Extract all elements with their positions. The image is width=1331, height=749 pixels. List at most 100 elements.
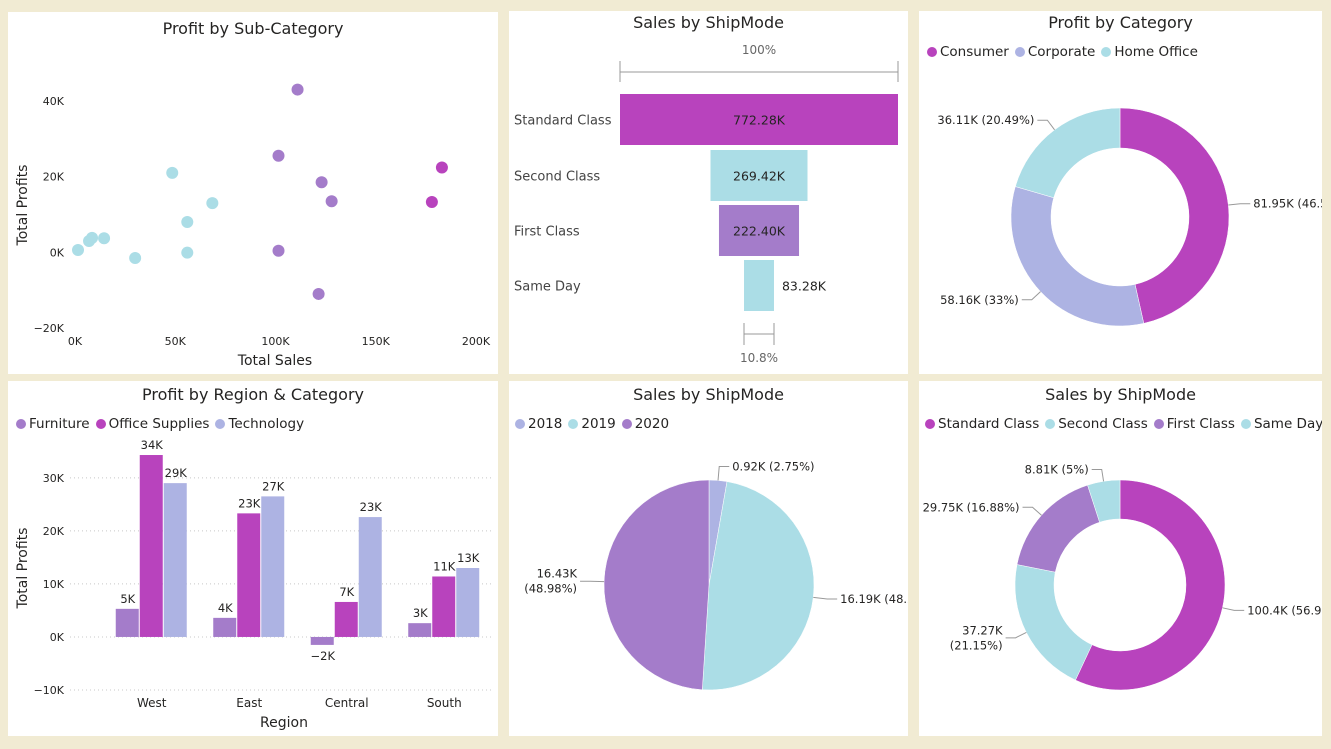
scatter-point <box>425 195 438 208</box>
scatter-point <box>435 161 448 174</box>
scatter-point <box>98 232 111 245</box>
bar <box>358 517 382 637</box>
leader-line <box>1228 203 1251 206</box>
pie-slice <box>1016 484 1100 573</box>
y-tick-label: 10K <box>43 578 65 591</box>
y-tick-label: 30K <box>43 472 65 485</box>
data-label: 27K <box>262 479 285 493</box>
data-label: 23K <box>360 500 383 514</box>
profit-by-category-panel[interactable]: Profit by Category Consumer Corporate Home… <box>919 11 1322 374</box>
x-axis-title: Total Sales <box>237 353 312 369</box>
sales-by-shipmode-pie-panel[interactable]: Sales by ShipMode 2018 2019 2020 0.92K (2.… <box>509 381 908 736</box>
bar <box>163 483 187 637</box>
donut-chart: 81.95K (46.5%) 58.16K (33%) 36.11K (20.49%… <box>937 107 1322 327</box>
category-label: First Class <box>514 225 580 240</box>
bar <box>432 576 456 637</box>
data-label: 34K <box>141 438 164 452</box>
leader-line <box>1021 291 1041 301</box>
bar <box>261 496 285 637</box>
y-tick-label: −20K <box>34 322 65 335</box>
sales-by-shipmode-donut-panel[interactable]: Sales by ShipMode Standard Class Second C… <box>919 381 1322 736</box>
x-tick-label: East <box>236 696 262 710</box>
x-tick-label: Central <box>325 696 369 710</box>
bar <box>115 608 139 637</box>
x-tick-label: South <box>427 696 462 710</box>
data-label: 13K <box>457 551 480 565</box>
data-label: 3K <box>413 606 428 620</box>
data-label: 222.40K <box>733 224 786 239</box>
profit-by-subcategory-panel[interactable]: Profit by Sub-Category −20K 0K 20K 40K 0K 50K… <box>8 12 498 374</box>
leader-line <box>813 596 838 600</box>
y-tick-label: 0K <box>50 631 65 644</box>
scatter-point <box>272 244 285 257</box>
data-label: 772.28K <box>733 113 786 128</box>
scatter-point <box>86 231 99 244</box>
data-label: 0.92K (2.75%) <box>732 459 814 473</box>
funnel-chart: 100% Standard Class 772.28K Second Class 269… <box>514 43 899 365</box>
data-label: 7K <box>339 585 354 599</box>
x-tick-label: 0K <box>68 335 83 348</box>
x-axis-title: Region <box>260 715 308 731</box>
leader-line <box>1037 119 1055 131</box>
scatter-point <box>181 216 194 229</box>
category-label: Same Day <box>514 280 581 295</box>
x-tick-label: 150K <box>362 335 391 348</box>
scatter-point <box>72 244 85 257</box>
x-tick-label: 100K <box>261 335 290 348</box>
scatter-point <box>312 287 325 300</box>
donut-chart: 100.4K (56.97%) 37.27K(21.15%) 29.75K (16.… <box>923 462 1322 691</box>
bar <box>334 601 358 637</box>
data-label: 5K <box>120 592 135 606</box>
leader-line <box>1005 631 1027 639</box>
bar <box>408 623 432 637</box>
data-label: 83.28K <box>782 279 827 294</box>
data-label: (48.98%) <box>524 582 577 596</box>
x-tick-label: West <box>137 696 167 710</box>
y-tick-label: 20K <box>43 525 65 538</box>
bar <box>139 455 163 637</box>
data-label: 81.95K (46.5%) <box>1253 197 1322 211</box>
scatter-point <box>206 197 219 210</box>
bar-chart: −10K0K10K20K30K5K34K29KWest4K23K27KEast−… <box>15 438 493 731</box>
profit-by-region-category-panel[interactable]: Profit by Region & Category Furniture Off… <box>8 381 498 736</box>
pie-slice <box>603 479 710 691</box>
pie-chart: 0.92K (2.75%) 16.19K (48.27%) 16.43K(48.98… <box>524 459 908 691</box>
data-label: 58.16K (33%) <box>940 293 1019 307</box>
category-label: Standard Class <box>514 114 612 129</box>
scatter-chart: −20K0K20K40K0K 50K 100K 150K 200KTotal Sales… <box>15 83 491 369</box>
bar <box>456 568 480 637</box>
funnel-top-percent: 100% <box>742 43 776 57</box>
funnel-bottom-percent: 10.8% <box>740 351 778 365</box>
sales-by-shipmode-funnel-panel[interactable]: Sales by ShipMode 100% Standard Class 772.… <box>509 11 908 374</box>
leader-line <box>717 465 730 481</box>
data-label: 100.4K (56.97%) <box>1247 603 1322 617</box>
scatter-point <box>272 149 285 162</box>
leader-line <box>1222 607 1245 611</box>
data-label: 23K <box>238 496 261 510</box>
funnel-bar <box>744 260 774 311</box>
data-label: 29K <box>165 466 188 480</box>
data-label: 29.75K (16.88%) <box>923 500 1020 514</box>
y-tick-label: 0K <box>50 246 65 259</box>
data-label: 37.27K <box>962 623 1003 637</box>
scatter-point <box>315 176 328 189</box>
scatter-point <box>129 251 142 264</box>
data-label: 269.42K <box>733 169 786 184</box>
data-label: 11K <box>433 559 456 573</box>
leader-line <box>1091 468 1105 482</box>
bar <box>310 636 334 645</box>
pie-slice <box>1010 186 1145 327</box>
data-label: 36.11K (20.49%) <box>937 113 1034 127</box>
y-axis-title: Total Profits <box>15 165 31 247</box>
bar <box>237 513 261 637</box>
y-tick-label: −10K <box>34 684 65 697</box>
y-tick-label: 40K <box>43 95 65 108</box>
y-axis-title: Total Profits <box>15 528 31 610</box>
data-label: 4K <box>218 601 233 615</box>
x-tick-label: 50K <box>165 335 187 348</box>
scatter-point <box>291 83 304 96</box>
data-label: (21.15%) <box>950 638 1003 652</box>
scatter-point <box>325 195 338 208</box>
data-label: 16.43K <box>537 567 578 581</box>
y-tick-label: 20K <box>43 171 65 184</box>
